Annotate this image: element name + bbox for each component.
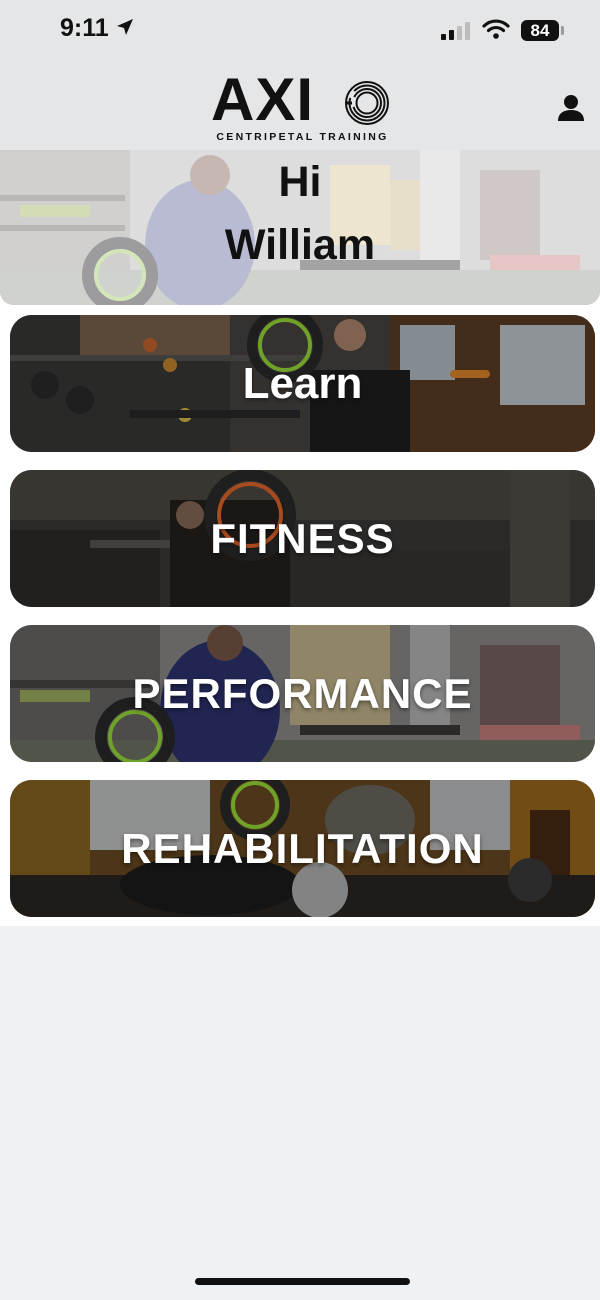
- home-indicator[interactable]: [195, 1278, 410, 1285]
- axio-logo: AXI CENTRIPETAL TRAINING: [205, 70, 400, 146]
- battery-tip: [561, 26, 564, 35]
- logo-ring-icon: [345, 81, 389, 125]
- status-time: 9:11: [60, 14, 109, 42]
- profile-icon[interactable]: [555, 92, 587, 124]
- battery-level: 84: [530, 21, 550, 40]
- cellular-signal-icon: [441, 22, 470, 40]
- greeting-hi: Hi: [278, 158, 322, 206]
- learn-label: Learn: [242, 358, 363, 408]
- performance-label: PERFORMANCE: [132, 669, 473, 717]
- app-header: AXI CENTRIPETAL TRAINING: [0, 62, 600, 150]
- battery-icon: 84: [521, 20, 559, 41]
- performance-card[interactable]: PERFORMANCE: [10, 625, 595, 762]
- wifi-icon: [482, 19, 510, 39]
- status-bar: 9:11 84: [0, 0, 600, 62]
- fitness-card[interactable]: FITNESS: [10, 470, 595, 607]
- greeting-username: William: [224, 221, 376, 269]
- learn-card[interactable]: Learn: [10, 315, 595, 452]
- rehabilitation-card[interactable]: REHABILITATION: [10, 780, 595, 917]
- rehabilitation-label: REHABILITATION: [121, 824, 484, 872]
- location-arrow-icon: [117, 19, 133, 35]
- fitness-label: FITNESS: [210, 514, 395, 562]
- home-menu: Hi William Learn FITNESS PERFORMANCE REH…: [0, 150, 600, 926]
- logo-wordmark: AXI: [211, 66, 315, 133]
- logo-tagline: CENTRIPETAL TRAINING: [216, 131, 389, 143]
- greeting-banner: Hi William: [0, 150, 600, 305]
